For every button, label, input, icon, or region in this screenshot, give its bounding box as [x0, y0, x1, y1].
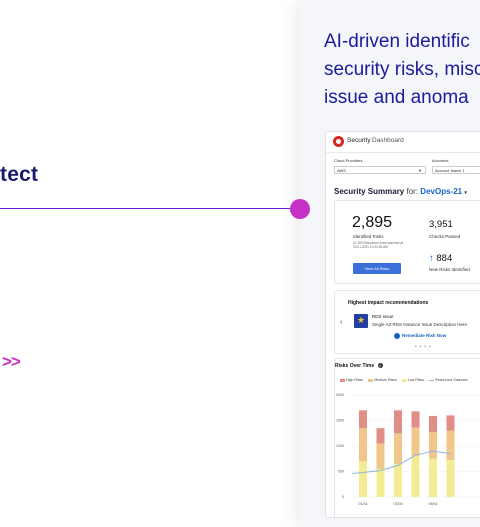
view-all-risks-button[interactable]: View All Risks [353, 263, 401, 274]
identified-risks-label: Identified Risks [353, 234, 384, 239]
cloud-provider-value: AWS [337, 168, 346, 173]
carousel-dots[interactable]: ● ● ● ● [415, 344, 432, 348]
summary-card: 2,895 Identified Risks 11,393 Resources … [334, 200, 480, 284]
section-name: Dashboard [372, 137, 404, 144]
bar-medium-risks[interactable] [394, 433, 402, 464]
legend-swatch-resources [429, 379, 435, 381]
feature-headline: AI-driven identific security risks, misc… [324, 28, 480, 112]
eu-flag-icon [354, 314, 368, 328]
remediate-risk-link[interactable]: Remediate Risk Now [402, 333, 446, 338]
identified-risks-count: 2,895 [352, 214, 393, 231]
account-value: Account Name 1 [435, 168, 465, 173]
summary-title-text: Security Summary [334, 187, 405, 196]
bar-low-risks[interactable] [446, 460, 455, 497]
cloud-providers-label: Cloud Providers [334, 158, 363, 163]
account-select[interactable]: Account Name 1 [432, 166, 480, 174]
risks-over-time-chart: 0 500 1000 1500 2000 01/04 03/04 05/04 [336, 393, 480, 506]
bar-high-risks[interactable] [359, 410, 367, 429]
timeline-line [0, 208, 292, 209]
legend-resources: Resources Scanned [435, 378, 468, 382]
bar-medium-risks[interactable] [429, 432, 437, 459]
legend-swatch-high [340, 378, 345, 382]
remediate-icon[interactable] [394, 333, 400, 339]
timeline-dot[interactable] [290, 199, 310, 219]
bar-high-risks[interactable] [429, 415, 437, 433]
bar-high-risks[interactable] [394, 410, 402, 434]
new-risks-metric: ↑ 884 [429, 253, 452, 264]
risks-over-time-title-text: Risks Over Time [335, 363, 375, 369]
headline-line-1: AI-driven identific [324, 31, 470, 52]
legend-low: Low Risks [407, 378, 425, 382]
bar-low-risks[interactable] [411, 456, 420, 497]
headline-line-3: issue and anoma [324, 87, 469, 108]
chart-legend: High Risks Medium Risks Low Risks Resour… [340, 378, 468, 382]
brand-logo-icon [333, 136, 344, 147]
bar-medium-risks[interactable] [411, 427, 420, 457]
y-tick-label: 0 [342, 495, 344, 499]
legend-medium: Medium Risks [374, 378, 397, 382]
arrow-up-icon: ↑ [429, 253, 434, 264]
legend-swatch-low [401, 378, 407, 382]
next-arrows[interactable]: >> [2, 352, 21, 372]
chevron-down-icon: ▼ [418, 168, 422, 173]
cloud-provider-select[interactable]: AWS ▼ [334, 166, 426, 174]
new-risks-label: New Risks Identified [429, 267, 470, 272]
y-tick-label: 1000 [336, 444, 344, 448]
bar-low-risks[interactable] [359, 461, 367, 497]
project-selector[interactable]: DevOps-21 [420, 187, 462, 196]
bar-high-risks[interactable] [376, 428, 385, 444]
scan-note: 11,393 Resources were scanned at 03.01.2… [353, 241, 403, 249]
recommendation-issue-desc: Single AZ RDS Instance Issue Description… [372, 322, 468, 327]
legend-swatch-medium [368, 378, 374, 382]
y-tick-label: 500 [338, 470, 344, 474]
x-tick-label: 01/04 [359, 502, 368, 506]
dashboard-topbar: Security Dashboard [326, 132, 480, 153]
bar-medium-risks[interactable] [446, 430, 455, 461]
accounts-label: Accounts [432, 158, 449, 163]
bar-low-risks[interactable] [429, 458, 437, 497]
y-tick-label: 2000 [336, 393, 344, 397]
bar-medium-risks[interactable] [376, 443, 385, 469]
bar-high-risks[interactable] [446, 415, 455, 431]
recommendations-title: Highest impact recommendations [348, 300, 429, 306]
legend-high: High Risks [346, 378, 364, 382]
summary-for-label: for: [406, 187, 419, 196]
heading-fragment: tect [0, 163, 39, 186]
risks-over-time-title: Risks Over Time i [335, 363, 383, 369]
bar-low-risks[interactable] [376, 468, 385, 497]
chevron-left-icon[interactable]: ‹ [340, 319, 342, 326]
new-risks-count: 884 [436, 253, 453, 264]
bar-high-risks[interactable] [411, 411, 420, 428]
bar-medium-risks[interactable] [359, 428, 367, 462]
headline-line-2: security risks, misc [324, 59, 480, 80]
checks-passed-label: Checks Passed [429, 234, 461, 239]
bar-low-risks[interactable] [394, 463, 402, 497]
info-icon[interactable]: i [377, 363, 383, 369]
recommendation-issue-title: RDS Issue [372, 314, 394, 319]
checks-passed-count: 3,951 [429, 219, 453, 230]
dashboard-preview: Security Dashboard Cloud Providers AWS ▼… [325, 131, 480, 518]
caret-down-icon[interactable]: ▾ [464, 190, 467, 196]
brand-name: Security [347, 137, 371, 144]
x-tick-label: 03/04 [394, 502, 403, 506]
y-tick-label: 1500 [336, 419, 344, 423]
summary-title: Security Summary for: DevOps-21 ▾ [334, 187, 467, 196]
left-pane: tect >> [0, 0, 300, 527]
x-tick-label: 05/04 [429, 502, 438, 506]
